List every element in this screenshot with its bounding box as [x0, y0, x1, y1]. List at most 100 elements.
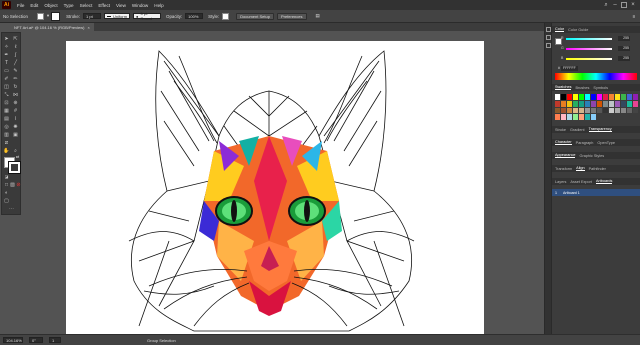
variable-width-profile[interactable]: Uniform	[104, 13, 131, 19]
cat-artwork[interactable]	[119, 41, 422, 338]
stroke-color-swatch[interactable]	[8, 161, 21, 174]
scale-tool-icon[interactable]: ⤡	[3, 91, 10, 98]
close-tab-icon[interactable]: ×	[87, 25, 89, 30]
blue-slider[interactable]: B 255	[561, 56, 630, 61]
mesh-tool-icon[interactable]: #	[12, 107, 19, 114]
brush-definition[interactable]: ● 5 pt. Round	[133, 11, 162, 21]
tab-graphic-styles[interactable]: Graphic Styles	[579, 154, 604, 158]
tab-gradient[interactable]: Gradient	[570, 128, 585, 132]
tab-appearance[interactable]: Appearance	[555, 153, 576, 158]
red-value[interactable]: 255	[618, 36, 630, 41]
shape-builder-tool-icon[interactable]: ⊕	[12, 99, 19, 106]
blue-value[interactable]: 255	[618, 56, 630, 61]
style-swatch[interactable]	[222, 12, 230, 20]
opacity-field[interactable]: 100%	[185, 13, 204, 19]
preferences-button[interactable]: Preferences	[276, 12, 307, 20]
selection-tool-icon[interactable]: ➤	[3, 35, 10, 42]
tab-asset-export[interactable]: Asset Export	[570, 180, 592, 184]
screen-mode-icon[interactable]: ▢	[3, 197, 10, 204]
green-slider[interactable]: G 255	[561, 46, 630, 51]
tab-paragraph[interactable]: Paragraph	[576, 141, 594, 145]
hand-tool-icon[interactable]: ✋	[3, 147, 10, 154]
menu-edit[interactable]: Edit	[30, 3, 38, 8]
slice-tool-icon[interactable]: ⧄	[3, 139, 10, 146]
panel-menu-icon[interactable]: ≡	[632, 14, 635, 19]
eyedropper-tool-icon[interactable]: ⌇	[12, 115, 19, 122]
type-tool-icon[interactable]: T	[3, 59, 10, 66]
rotate-tool-icon[interactable]: ↻	[12, 83, 19, 90]
eraser-tool-icon[interactable]: ◫	[3, 83, 10, 90]
direct-selection-tool-icon[interactable]: ⇱	[12, 35, 19, 42]
tab-pathfinder[interactable]: Pathfinder	[589, 167, 606, 171]
document-tab[interactable]: NFT Art.ai* @ 104.16 % (RGB/Preview) ×	[10, 23, 94, 31]
chevron-down-icon[interactable]: ▾	[47, 13, 49, 19]
tab-transparency[interactable]: Transparency	[588, 127, 612, 132]
artboard-navigator[interactable]: 1	[49, 337, 61, 343]
blend-tool-icon[interactable]: ◎	[3, 123, 10, 130]
column-graph-tool-icon[interactable]: ▥	[3, 131, 10, 138]
swap-colors-icon[interactable]: ⇄	[14, 153, 21, 160]
tab-swatches[interactable]: Swatches	[555, 85, 572, 90]
shaper-tool-icon[interactable]: ✐	[3, 75, 10, 82]
magic-wand-icon[interactable]: ✧	[3, 43, 10, 50]
draw-mode-icon[interactable]: ◐	[3, 189, 10, 196]
tab-artboards[interactable]: Artboards	[595, 179, 613, 184]
pen-tool-icon[interactable]: ✒	[3, 51, 10, 58]
gradient-tool-icon[interactable]: ▤	[3, 115, 10, 122]
menu-object[interactable]: Object	[44, 3, 57, 8]
symbol-sprayer-tool-icon[interactable]: ✺	[12, 123, 19, 130]
color-spectrum[interactable]	[555, 73, 637, 80]
fill-swatch[interactable]	[36, 12, 44, 20]
tab-opentype[interactable]: OpenType	[597, 141, 615, 145]
artboard-tool-icon[interactable]: ▣	[12, 131, 19, 138]
paintbrush-tool-icon[interactable]: ✎	[12, 67, 19, 74]
tab-align[interactable]: Align	[576, 166, 585, 171]
stroke-weight-field[interactable]: 1 pt	[83, 13, 102, 19]
close-icon[interactable]: ×	[630, 2, 636, 8]
rectangle-tool-icon[interactable]: ▭	[3, 67, 10, 74]
tab-stroke[interactable]: Stroke	[555, 128, 566, 132]
tab-symbols[interactable]: Symbols	[593, 86, 608, 90]
red-slider[interactable]: R 255	[561, 36, 630, 41]
menu-help[interactable]: Help	[154, 3, 163, 8]
edit-toolbar-icon[interactable]: ⋯	[8, 205, 15, 212]
menu-select[interactable]: Select	[80, 3, 93, 8]
rotate-view-field[interactable]: 0°	[29, 337, 43, 343]
menu-type[interactable]: Type	[64, 3, 74, 8]
tab-color-guide[interactable]: Color Guide	[568, 28, 588, 32]
tab-brushes[interactable]: Brushes	[575, 86, 589, 90]
stroke-swatch[interactable]	[51, 11, 61, 21]
arrange-icon[interactable]: ▤	[316, 13, 320, 19]
perspective-grid-tool-icon[interactable]: ▦	[3, 107, 10, 114]
swatch-grid[interactable]	[555, 94, 638, 120]
default-colors-icon[interactable]: ◪	[3, 173, 10, 180]
stroke-label[interactable]: Stroke:	[66, 14, 80, 19]
menu-view[interactable]: View	[116, 3, 126, 8]
pencil-tool-icon[interactable]: ✏	[12, 75, 19, 82]
maximize-icon[interactable]	[621, 2, 627, 8]
document-setup-button[interactable]: Document Setup	[236, 12, 274, 20]
search-icon[interactable]: ⌕	[603, 2, 609, 8]
zoom-field[interactable]: 104.16%	[3, 337, 23, 343]
menu-effect[interactable]: Effect	[98, 3, 110, 8]
right-panel-dock: Color Color Guide R 255 G 255 B 255 # FF…	[551, 23, 640, 334]
free-transform-tool-icon[interactable]: ⊡	[3, 99, 10, 106]
lasso-tool-icon[interactable]: ℓ	[12, 43, 19, 50]
line-tool-icon[interactable]: ╱	[12, 59, 19, 66]
artboard-list-item[interactable]: 1 Artboard 1	[552, 189, 640, 196]
tab-color[interactable]: Color	[555, 27, 565, 32]
opacity-label[interactable]: Opacity:	[166, 14, 182, 19]
hex-field[interactable]: # FFFFFF	[558, 66, 578, 71]
curvature-tool-icon[interactable]: ∫	[12, 51, 19, 58]
menu-file[interactable]: File	[17, 3, 24, 8]
green-value[interactable]: 255	[618, 46, 630, 51]
tab-transform[interactable]: Transform	[555, 167, 572, 171]
hex-prefix: #	[558, 66, 560, 70]
tab-character[interactable]: Character	[555, 140, 572, 145]
tab-layers[interactable]: Layers	[555, 180, 566, 184]
appearance-panel-header: Appearance Graphic Styles	[552, 152, 640, 159]
none-mode-icon[interactable]: ⊘	[15, 181, 22, 188]
width-tool-icon[interactable]: ⋈	[12, 91, 19, 98]
minimize-icon[interactable]: –	[612, 2, 618, 8]
menu-window[interactable]: Window	[132, 3, 148, 8]
